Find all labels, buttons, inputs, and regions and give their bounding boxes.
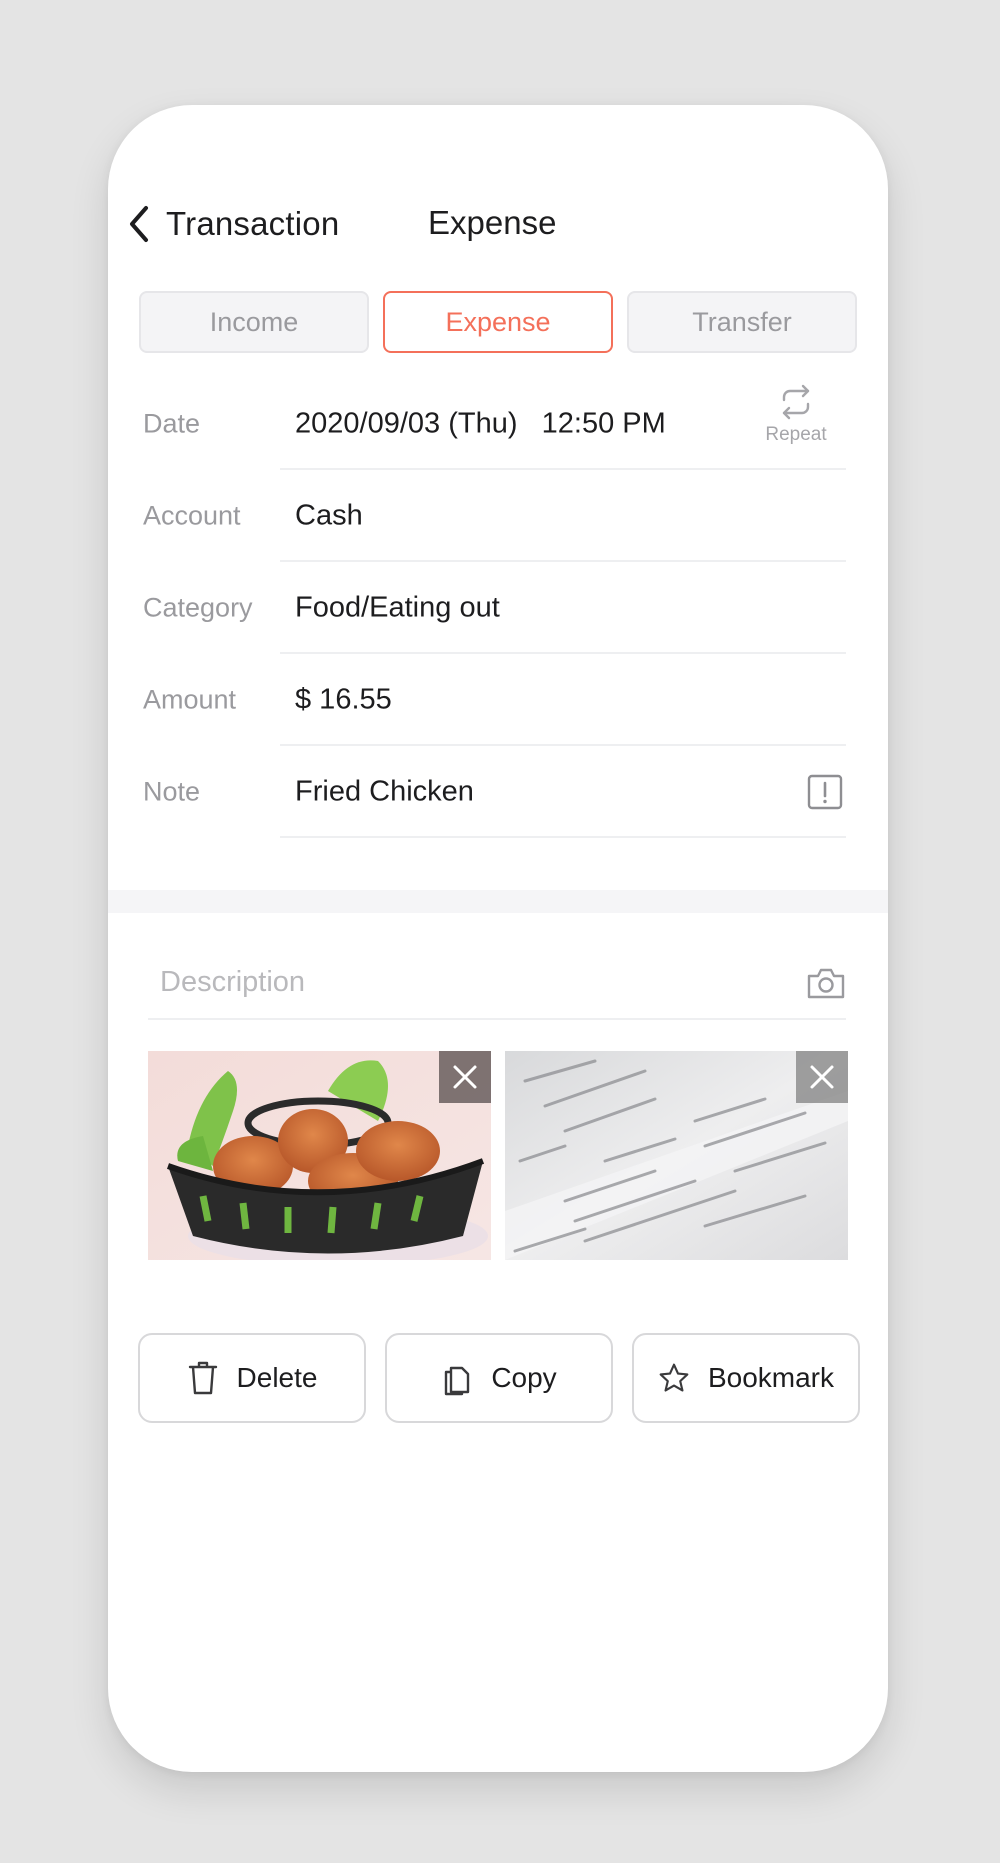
tab-expense-label: Expense: [445, 306, 551, 337]
tab-income-label: Income: [209, 306, 299, 337]
delete-button[interactable]: Delete: [138, 1333, 366, 1423]
close-icon: [453, 1065, 477, 1089]
amount-value[interactable]: $ 16.55: [295, 684, 392, 717]
delete-label: Delete: [236, 1362, 318, 1393]
note-value[interactable]: Fried Chicken: [295, 776, 474, 809]
photo-thumbnail-receipt[interactable]: [505, 1051, 848, 1260]
camera-icon[interactable]: [806, 966, 846, 1000]
note-row[interactable]: Note Fried Chicken: [108, 746, 888, 838]
trash-icon: [188, 1361, 217, 1395]
date-row[interactable]: Date 2020/09/03 (Thu) 12:50 PM Repeat: [108, 378, 888, 470]
repeat-label: Repeat: [765, 424, 827, 445]
tab-transfer[interactable]: Transfer: [627, 291, 857, 353]
divider: [280, 836, 846, 838]
chevron-left-icon: [130, 206, 148, 242]
back-label: Transaction: [166, 205, 340, 242]
repeat-button[interactable]: Repeat: [756, 384, 836, 446]
category-row[interactable]: Category Food/Eating out: [108, 562, 888, 654]
account-row[interactable]: Account Cash: [108, 470, 888, 562]
exclamation-box-icon[interactable]: [807, 774, 843, 810]
date-label: Date: [143, 408, 201, 439]
close-icon: [810, 1065, 834, 1089]
copy-button[interactable]: Copy: [385, 1333, 613, 1423]
amount-label: Amount: [143, 684, 237, 715]
remove-photo-button[interactable]: [796, 1051, 848, 1103]
copy-icon: [445, 1366, 470, 1396]
bookmark-label: Bookmark: [707, 1362, 835, 1393]
copy-label: Copy: [491, 1362, 557, 1393]
phone-screen: Transaction Expense Income Expense Trans…: [108, 105, 888, 1772]
page-title: Expense: [428, 204, 557, 241]
description-input[interactable]: [160, 950, 760, 1014]
divider: [148, 1018, 846, 1020]
star-icon: [659, 1363, 689, 1392]
date-value[interactable]: 2020/09/03 (Thu) 12:50 PM: [295, 408, 666, 441]
amount-row[interactable]: Amount $ 16.55: [108, 654, 888, 746]
tab-expense[interactable]: Expense: [383, 291, 613, 353]
note-label: Note: [143, 776, 201, 807]
back-button[interactable]: Transaction: [124, 200, 339, 248]
category-label: Category: [143, 592, 253, 623]
category-value[interactable]: Food/Eating out: [295, 592, 500, 625]
description-field: [148, 950, 846, 1020]
account-value[interactable]: Cash: [295, 500, 363, 533]
bookmark-button[interactable]: Bookmark: [632, 1333, 860, 1423]
remove-photo-button[interactable]: [439, 1051, 491, 1103]
tab-income[interactable]: Income: [139, 291, 369, 353]
photo-thumbnail-food[interactable]: [148, 1051, 491, 1260]
repeat-icon: [782, 384, 810, 420]
account-label: Account: [143, 500, 241, 531]
section-separator: [108, 890, 888, 913]
tab-transfer-label: Transfer: [692, 306, 792, 337]
